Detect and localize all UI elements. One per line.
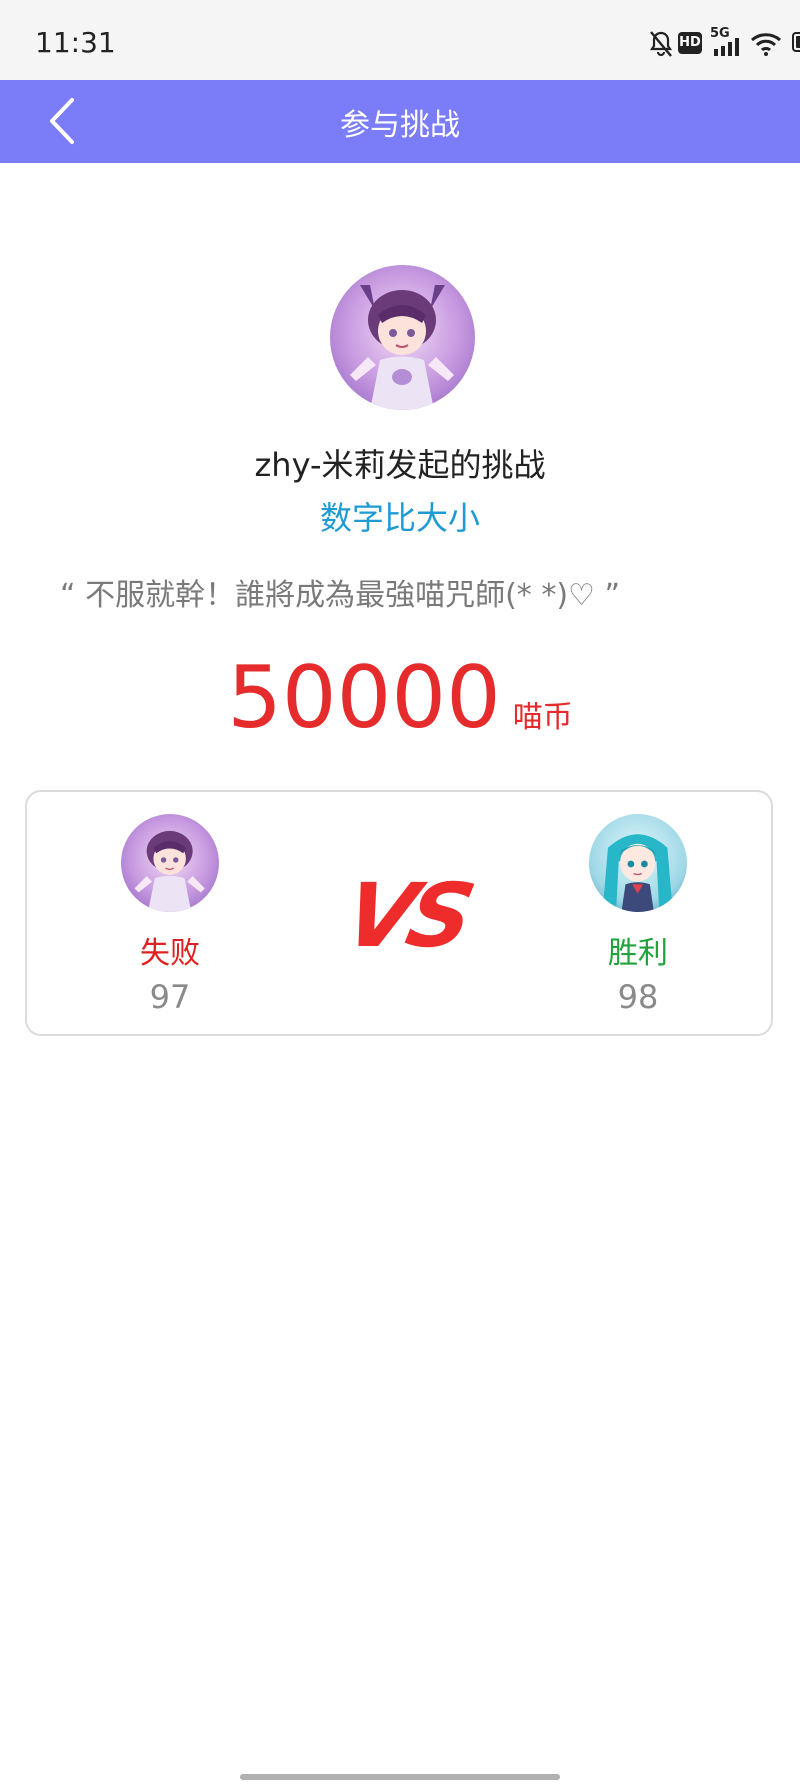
right-player-result: 胜利 bbox=[608, 936, 668, 971]
battery-icon: 99 bbox=[792, 32, 800, 52]
home-indicator[interactable] bbox=[240, 1774, 560, 1780]
signal-icon bbox=[714, 38, 739, 56]
status-time: 11:31 bbox=[35, 26, 116, 59]
right-player-score: 98 bbox=[617, 978, 659, 1016]
stake-amount: 50000 bbox=[227, 648, 501, 748]
left-player-avatar[interactable] bbox=[121, 814, 219, 912]
stake-amount-row: 50000 喵币 bbox=[0, 655, 800, 741]
challenge-quote: “ 不服就幹！誰將成為最強喵咒師(* *)♡ ” bbox=[60, 578, 620, 613]
challenger-avatar[interactable] bbox=[330, 265, 475, 410]
status-bar: 11:31 HD 5G 99 bbox=[0, 0, 800, 80]
right-player-avatar[interactable] bbox=[589, 814, 687, 912]
wifi-icon bbox=[751, 33, 781, 56]
battery-level: 99 bbox=[796, 36, 800, 48]
anime-girl-avatar-image bbox=[330, 265, 475, 410]
stake-currency: 喵币 bbox=[512, 700, 573, 735]
anime-girl-avatar-image bbox=[121, 814, 219, 912]
vs-label: VS bbox=[336, 864, 478, 967]
navigation-bar: 参与挑战 bbox=[0, 80, 800, 163]
miku-avatar-image bbox=[589, 814, 687, 912]
match-result-card: 失败 97 VS 胜利 98 bbox=[25, 790, 773, 1036]
right-player: 胜利 98 bbox=[563, 814, 713, 1016]
left-player-score: 97 bbox=[149, 978, 191, 1016]
mute-bell-icon bbox=[649, 31, 673, 57]
left-player-result: 失败 bbox=[140, 936, 200, 971]
page-title: 参与挑战 bbox=[340, 108, 460, 143]
hd-icon: HD bbox=[678, 32, 702, 54]
left-player: 失败 97 bbox=[95, 814, 245, 1016]
challenge-initiator: zhy-米莉发起的挑战 bbox=[254, 446, 546, 484]
game-type-label: 数字比大小 bbox=[319, 499, 480, 537]
